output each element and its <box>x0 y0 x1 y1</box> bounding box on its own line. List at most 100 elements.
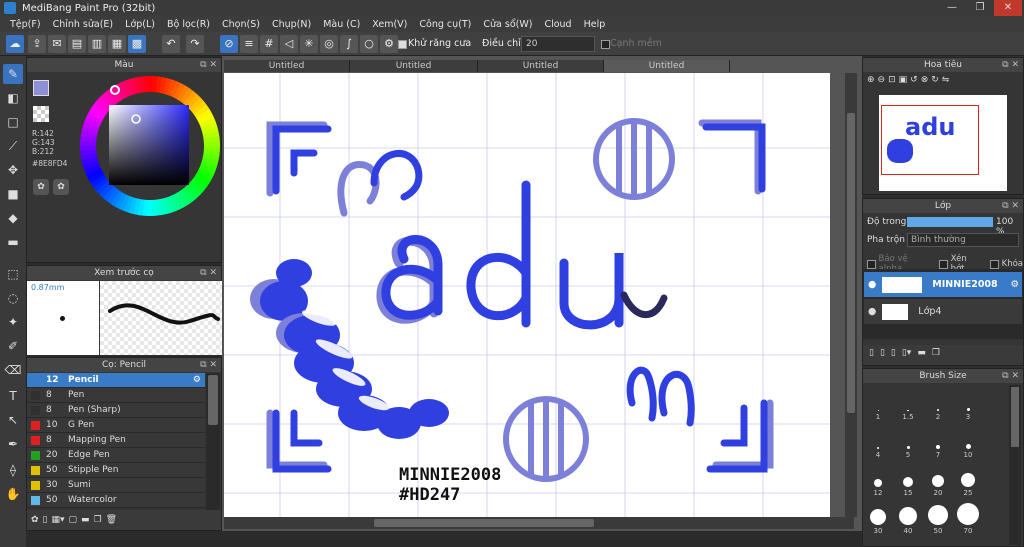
layer-folder-icon[interactable]: ▬ <box>917 348 926 362</box>
select-rect-icon[interactable]: ⬚ <box>3 264 23 284</box>
snap-angle-icon[interactable]: ◁ <box>280 35 298 53</box>
brush-size-option[interactable]: 12 <box>866 461 890 497</box>
eyedropper-icon[interactable]: ✒ <box>3 434 23 454</box>
select-eraser-icon[interactable]: ⌫ <box>3 360 23 380</box>
layer-row-active[interactable]: ● MINNIE2008 ⚙ <box>864 272 1022 297</box>
snap-circle-icon[interactable]: ◎ <box>320 35 338 53</box>
panel-float-icon[interactable]: ⧉ ✕ <box>1002 369 1019 383</box>
brush-copy-icon[interactable]: ▢ <box>69 515 78 525</box>
magic-wand-icon[interactable]: ✦ <box>3 312 23 332</box>
brush-menu-icon[interactable]: ▦▾ <box>52 515 65 525</box>
grid-icon[interactable]: ▦ <box>108 35 126 53</box>
tab-3[interactable]: Untitled <box>478 60 604 72</box>
antialias-checkbox[interactable] <box>398 40 407 49</box>
brush-size-option[interactable]: 20 <box>926 461 950 497</box>
brush-size-option[interactable]: 50 <box>926 499 950 535</box>
brush-settings-gear-icon[interactable]: ⚙ <box>193 375 201 385</box>
adjust-select[interactable]: 20 <box>521 36 595 52</box>
brush-item[interactable]: 50 Stipple Pen <box>27 463 205 478</box>
snap-radial-icon[interactable]: ✳ <box>300 35 318 53</box>
brush-size-option[interactable]: 1 <box>866 385 890 421</box>
visibility-icon[interactable]: ● <box>868 306 876 317</box>
color-wheel[interactable] <box>79 75 221 217</box>
new-brush-icon[interactable]: ▯ <box>43 515 48 525</box>
redo-icon[interactable]: ↷ <box>186 35 204 53</box>
brush-size-scrollbar[interactable] <box>1009 385 1021 545</box>
duplicate-icon[interactable]: ❐ <box>94 515 102 525</box>
rotate-right-icon[interactable]: ↻ <box>931 75 939 85</box>
canvas-horizontal-scrollbar[interactable] <box>224 517 854 529</box>
maximize-button[interactable]: ❐ <box>966 0 994 16</box>
brush-size-option[interactable]: 15 <box>896 461 920 497</box>
tile-icon[interactable]: ▩ <box>128 35 146 53</box>
eraser-tool-icon[interactable]: ◧ <box>3 88 23 108</box>
text-tool-icon[interactable]: T <box>3 386 23 406</box>
zoom-out-icon[interactable]: ⊖ <box>878 75 886 85</box>
gradient-tool-icon[interactable]: ▬ <box>3 232 23 252</box>
menu-color[interactable]: Màu (C) <box>317 19 366 30</box>
rotate-reset-icon[interactable]: ⊗ <box>921 75 929 85</box>
brush-list-scrollbar[interactable] <box>206 373 220 510</box>
duplicate-layer-icon[interactable]: ❐ <box>932 348 940 362</box>
menu-file[interactable]: Tệp(F) <box>4 19 47 30</box>
tab-4-active[interactable]: Untitled <box>604 60 730 72</box>
fill-square-icon[interactable]: ■ <box>3 184 23 204</box>
tab-2[interactable]: Untitled <box>350 60 478 72</box>
menu-filter[interactable]: Bộ lọc(R) <box>161 19 216 30</box>
brush-size-option[interactable]: 7 <box>926 423 950 459</box>
menu-snap[interactable]: Chụp(N) <box>266 19 317 30</box>
layer-row[interactable]: ● Lớp4 <box>864 299 1022 324</box>
export-icon[interactable]: ⇪ <box>28 35 46 53</box>
new-layer-icon[interactable]: ▯ <box>869 348 874 362</box>
rotate-left-icon[interactable]: ↺ <box>910 75 918 85</box>
settings-gear-icon[interactable]: ⚙ <box>380 35 398 53</box>
panel-float-icon[interactable]: ⧉ ✕ <box>200 58 217 72</box>
snap-ellipse-icon[interactable]: ○ <box>360 35 378 53</box>
lasso-tool-icon[interactable]: ◌ <box>3 288 23 308</box>
menu-select[interactable]: Chọn(S) <box>216 19 266 30</box>
undo-icon[interactable]: ↶ <box>162 35 180 53</box>
tab-1[interactable]: Untitled <box>224 60 350 72</box>
brush-size-option[interactable]: 5 <box>896 423 920 459</box>
brush-tool-icon[interactable]: ✎ <box>3 64 23 84</box>
new-8bit-layer-icon[interactable]: ▯ <box>891 348 896 362</box>
add-brush-icon[interactable]: ✿ <box>31 515 39 525</box>
drawing-canvas[interactable]: adu MINNIE2008 #HD247 <box>224 73 830 517</box>
panel-float-icon[interactable]: ⧉ ✕ <box>200 266 217 280</box>
dropper2-icon[interactable]: ⟠ <box>3 460 23 480</box>
canvas-vertical-scrollbar[interactable] <box>845 73 857 517</box>
transparent-swatch[interactable] <box>33 106 49 122</box>
document-icon[interactable]: ▤ <box>68 35 86 53</box>
panel-float-icon[interactable]: ⧉ ✕ <box>200 358 217 372</box>
operation-tool-icon[interactable]: ↖ <box>3 410 23 430</box>
menu-tools[interactable]: Công cụ(T) <box>413 19 477 30</box>
brush-item[interactable]: 10 G Pen <box>27 418 205 433</box>
brush-item[interactable]: 50 Watercolor <box>27 493 205 508</box>
lock-checkbox[interactable] <box>990 259 999 269</box>
brush2-tool-icon[interactable]: ⟋ <box>3 136 23 156</box>
panel-float-icon[interactable]: ⧉ ✕ <box>1002 58 1019 72</box>
brush-size-option[interactable]: 10 <box>956 423 980 459</box>
menu-view[interactable]: Xem(V) <box>366 19 413 30</box>
brush-size-option[interactable]: 30 <box>866 499 890 535</box>
brush-item[interactable]: 8 Pen <box>27 388 205 403</box>
folder-icon[interactable]: ▬ <box>81 515 90 525</box>
brush-item[interactable]: 8 Mapping Pen <box>27 433 205 448</box>
hand-tool-icon[interactable]: ✋ <box>3 484 23 504</box>
comment-icon[interactable]: ✉ <box>48 35 66 53</box>
palette-icon[interactable]: ✿ <box>33 179 49 195</box>
close-button[interactable]: ✕ <box>994 0 1022 16</box>
brush-size-option[interactable]: 70 <box>956 499 980 535</box>
rect-tool-icon[interactable]: □ <box>3 112 23 132</box>
opacity-slider[interactable] <box>907 217 993 227</box>
clipping-checkbox[interactable] <box>939 259 948 269</box>
brush-size-option[interactable]: 1.5 <box>896 385 920 421</box>
delete-brush-icon[interactable]: 🗑 <box>106 515 117 525</box>
brush-size-option[interactable]: 25 <box>956 461 980 497</box>
menu-help[interactable]: Help <box>578 19 612 30</box>
snap-grid-icon[interactable]: # <box>260 35 278 53</box>
minimize-button[interactable]: — <box>938 0 966 16</box>
menu-layer[interactable]: Lớp(L) <box>119 19 161 30</box>
fit-icon[interactable]: ⊡ <box>888 75 896 85</box>
navigator-thumbnail[interactable]: adu <box>879 95 1007 191</box>
